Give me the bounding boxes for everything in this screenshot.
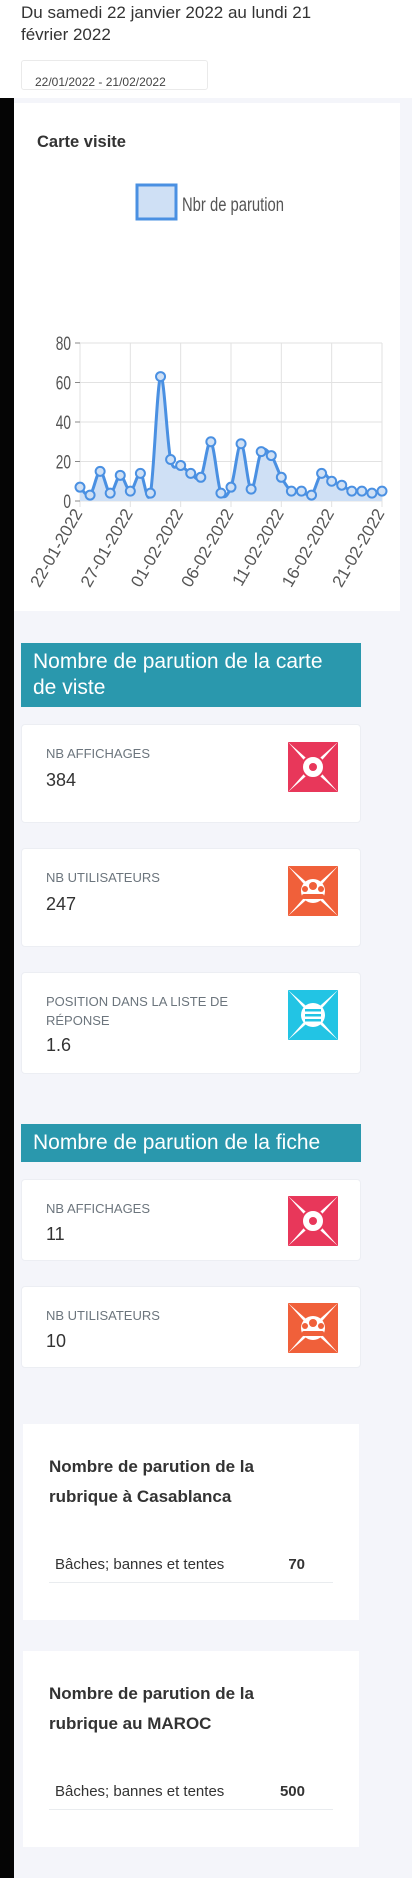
data-point[interactable] — [225, 481, 237, 493]
data-point[interactable] — [295, 485, 307, 497]
rubrique-count: 500 — [279, 1783, 305, 1800]
data-point[interactable] — [275, 471, 287, 483]
data-point[interactable] — [185, 467, 197, 479]
parution-chart: Nbr de parution 020406080 22-01-202227-0… — [27, 183, 389, 591]
section-header-fiche: Nombre de parution de la fiche — [21, 1124, 361, 1162]
stat-value: 11 — [46, 1224, 65, 1244]
rubrique-maroc-card: Nombre de parution de la rubrique au MAR… — [23, 1651, 359, 1847]
date-range-input[interactable]: 22/01/2022 - 21/02/2022 — [21, 60, 208, 90]
data-point[interactable] — [316, 467, 328, 479]
x-tick-label: 01-02-2022 — [127, 506, 187, 591]
data-point[interactable] — [265, 450, 277, 462]
legend-swatch — [135, 183, 178, 221]
data-point[interactable] — [104, 487, 116, 499]
stat-card-affichages: NB AFFICHAGES 384 — [21, 724, 361, 823]
rubrique-name: Bâches; bannes et tentes — [55, 1783, 225, 1800]
stat-card-fiche-utilisateurs: NB UTILISATEURS 10 — [21, 1286, 361, 1368]
table-row: Bâches; bannes et tentes 70 — [49, 1542, 333, 1583]
data-point[interactable] — [205, 436, 217, 448]
y-tick-label: 60 — [56, 372, 71, 394]
rubrique-count: 70 — [288, 1556, 305, 1573]
chart-card: Carte visite Nbr de parution 0 20 40 60 80 2… — [14, 103, 400, 611]
y-tick-label: 80 — [56, 333, 71, 355]
data-point[interactable] — [376, 485, 388, 497]
data-point[interactable] — [326, 475, 338, 487]
data-point[interactable] — [255, 446, 267, 458]
users-icon — [288, 1303, 338, 1353]
stat-label: NB AFFICHAGES — [46, 1201, 151, 1216]
list-icon — [288, 990, 338, 1040]
section-header-carte: Nombre de parution de la carte de viste — [21, 643, 361, 707]
data-point[interactable] — [114, 469, 126, 481]
rubrique-title: Nombre de parution de la rubrique à Casa… — [49, 1457, 254, 1506]
x-tick-label: 06-02-2022 — [178, 506, 238, 591]
data-point[interactable] — [245, 483, 257, 495]
table-row: Bâches; bannes et tentes 500 — [49, 1769, 333, 1810]
data-point[interactable] — [235, 438, 247, 450]
stat-value: 10 — [46, 1331, 67, 1351]
data-point[interactable] — [94, 465, 106, 477]
legend-label: Nbr de parution — [182, 194, 284, 215]
y-tick-label: 20 — [56, 451, 71, 473]
stat-card-utilisateurs: NB UTILISATEURS 247 — [21, 848, 361, 947]
x-tick-label: 11-02-2022 — [228, 506, 287, 590]
x-axis-ticks: 22-01-202227-01-202201-02-202206-02-2022… — [27, 506, 389, 591]
data-point[interactable] — [175, 459, 187, 471]
stat-label: NB UTILISATEURS — [46, 870, 160, 885]
date-range-text: Du samedi 22 janvier 2022 au lundi 21 fé… — [21, 3, 312, 44]
rubrique-title: Nombre de parution de la rubrique au MAR… — [49, 1684, 254, 1733]
data-point[interactable] — [84, 489, 96, 501]
data-point[interactable] — [134, 467, 146, 479]
eye-icon — [288, 1196, 338, 1246]
stat-label: NB AFFICHAGES — [46, 746, 151, 761]
x-tick-label: 22-01-2022 — [27, 506, 87, 591]
data-point[interactable] — [124, 485, 136, 497]
data-point[interactable] — [74, 481, 86, 493]
rubrique-name: Bâches; bannes et tentes — [55, 1556, 225, 1573]
data-point[interactable] — [306, 489, 318, 501]
x-tick-label: 27-01-2022 — [77, 506, 137, 591]
stat-label: NB UTILISATEURS — [46, 1308, 160, 1323]
x-tick-label: 21-02-2022 — [329, 506, 389, 591]
data-point[interactable] — [336, 479, 348, 491]
data-point[interactable] — [285, 485, 297, 497]
left-edge-bar — [0, 0, 14, 1878]
data-point[interactable] — [195, 471, 207, 483]
stat-value: 384 — [46, 770, 77, 790]
data-point[interactable] — [346, 485, 358, 497]
eye-icon — [288, 742, 338, 792]
rubrique-casablanca-card: Nombre de parution de la rubrique à Casa… — [23, 1424, 359, 1620]
stat-card-fiche-affichages: NB AFFICHAGES 11 — [21, 1179, 361, 1261]
stat-value: 1.6 — [46, 1035, 72, 1055]
chart-legend[interactable]: Nbr de parution — [135, 183, 284, 221]
stat-value: 247 — [46, 894, 77, 914]
data-point[interactable] — [215, 487, 227, 499]
data-point[interactable] — [144, 487, 156, 499]
y-tick-label: 40 — [56, 412, 71, 434]
users-icon — [288, 866, 338, 916]
data-point[interactable] — [356, 485, 368, 497]
x-tick-label: 16-02-2022 — [278, 506, 338, 591]
stat-label: POSITION DANS LA LISTE DE RÉPONSE — [46, 994, 229, 1028]
data-point[interactable] — [165, 454, 177, 466]
data-point[interactable] — [155, 371, 167, 383]
stat-card-position: POSITION DANS LA LISTE DE RÉPONSE 1.6 — [21, 972, 361, 1074]
data-point[interactable] — [366, 487, 378, 499]
page-header: Du samedi 22 janvier 2022 au lundi 21 fé… — [0, 0, 412, 98]
